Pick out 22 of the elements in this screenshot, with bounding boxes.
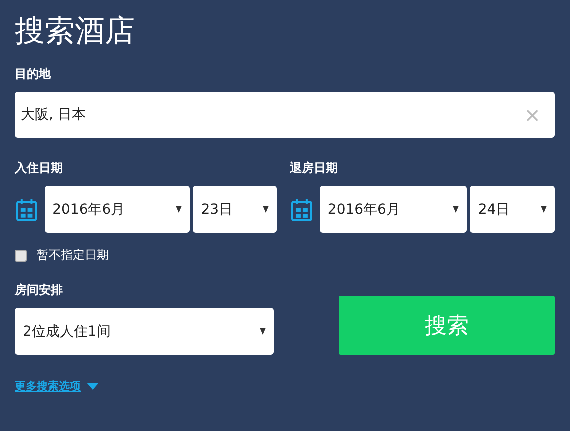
destination-field[interactable]: 大阪, 日本 ×	[15, 92, 555, 138]
month-select[interactable]: 2016年6月	[44, 186, 190, 233]
checkbox[interactable]	[15, 250, 27, 262]
day-select[interactable]: 23日	[193, 186, 277, 233]
caret-icon	[453, 206, 460, 213]
caret-icon	[541, 206, 547, 213]
field-label: 退房日期	[290, 160, 339, 176]
day-select[interactable]: 24日	[470, 186, 555, 233]
field-label: 目的地	[15, 66, 52, 82]
month-select[interactable]: 2016年6月	[320, 186, 468, 233]
field-label: 入住日期	[15, 160, 64, 176]
field-label: 房间安排	[15, 282, 64, 298]
more-options-link[interactable]: 更多搜索选项	[15, 379, 81, 394]
caret-icon	[260, 328, 266, 335]
calendar-icon[interactable]	[16, 198, 38, 222]
caret-icon	[87, 383, 99, 390]
caret-icon	[176, 206, 182, 213]
checkbox-label: 暂不指定日期	[37, 247, 109, 264]
caret-icon	[263, 206, 269, 213]
rooms-select[interactable]: 2位成人住1间	[15, 308, 274, 355]
calendar-icon[interactable]	[291, 198, 313, 222]
page-title: 搜索酒店	[15, 13, 136, 51]
